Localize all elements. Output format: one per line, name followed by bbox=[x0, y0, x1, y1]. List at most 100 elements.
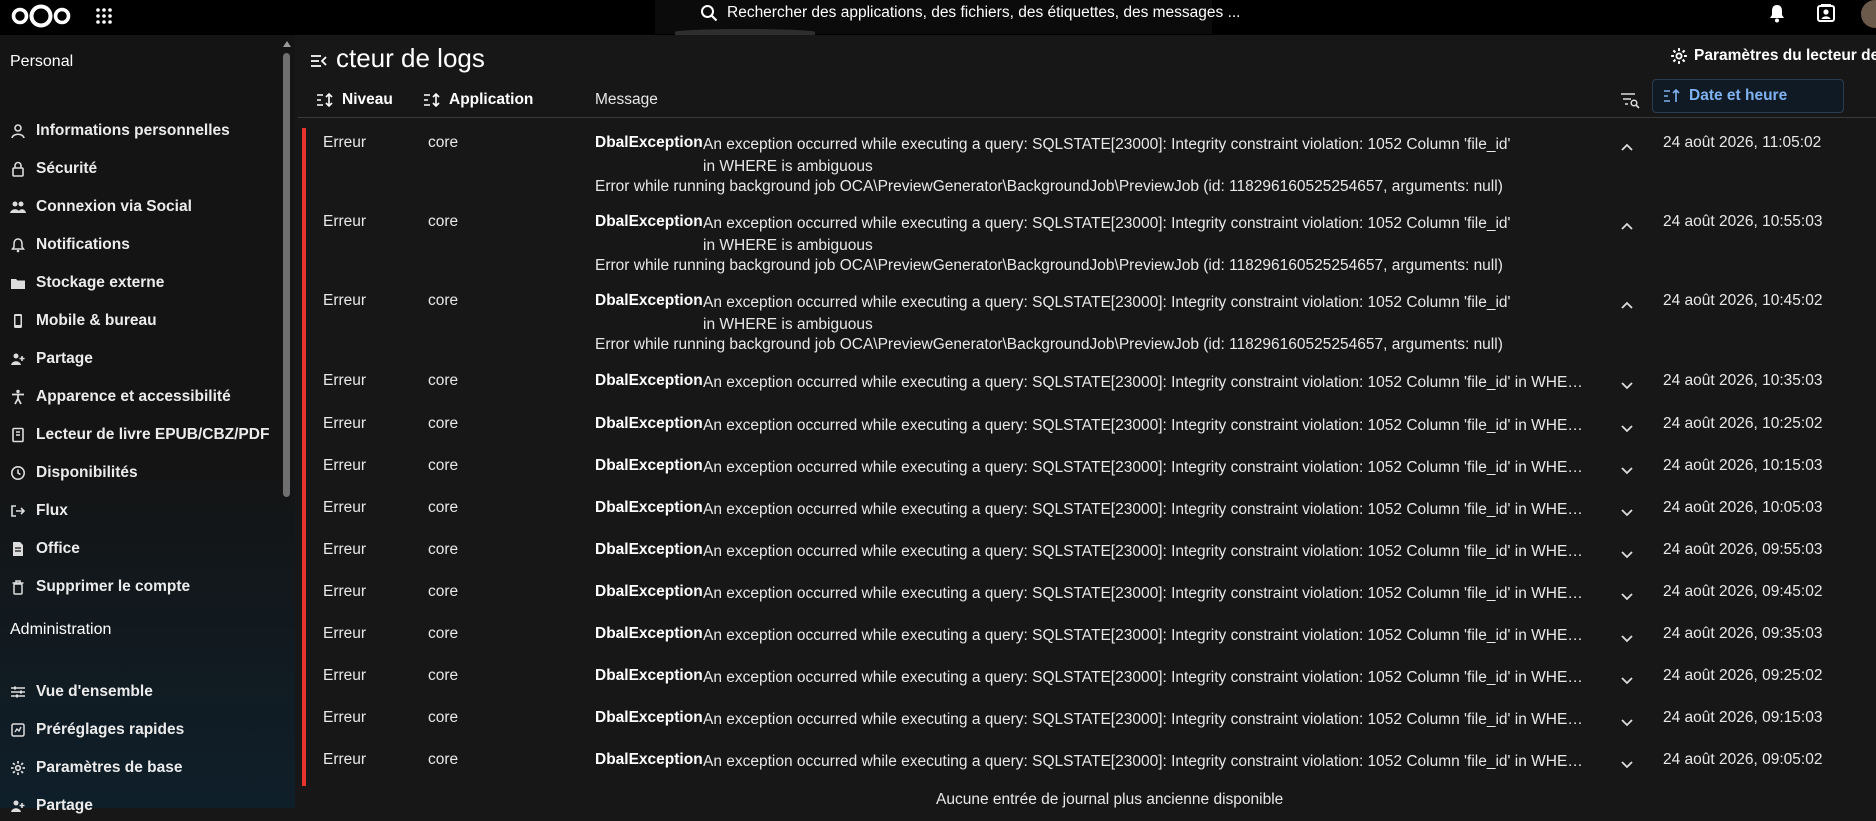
log-application: core bbox=[428, 541, 459, 558]
unified-search[interactable]: Rechercher des applications, des fichier… bbox=[655, 0, 1241, 35]
filter-search-icon[interactable] bbox=[1620, 91, 1640, 109]
log-application: core bbox=[428, 751, 459, 768]
sidebar-item-label: Partage bbox=[36, 797, 93, 814]
sidebar-item-label: Apparence et accessibilité bbox=[36, 388, 231, 405]
chevron-down-icon[interactable] bbox=[1620, 550, 1634, 560]
log-level: Erreur bbox=[323, 134, 367, 151]
log-date: 24 août 2026, 10:25:02 bbox=[1663, 415, 1823, 432]
log-message: An exception occurred while executing a … bbox=[703, 669, 1591, 686]
sidebar-item-external-storage[interactable]: Stockage externe bbox=[10, 268, 164, 298]
column-header-date[interactable]: Date et heure bbox=[1652, 79, 1844, 113]
log-date: 24 août 2026, 09:15:03 bbox=[1663, 709, 1823, 726]
chevron-down-icon[interactable] bbox=[1620, 718, 1634, 728]
log-level: Erreur bbox=[323, 457, 367, 474]
sidebar-item-overview[interactable]: Vue d'ensemble bbox=[10, 677, 153, 707]
page-title: cteur de logs bbox=[336, 43, 485, 73]
log-date: 24 août 2026, 10:35:03 bbox=[1663, 372, 1823, 389]
storage-icon bbox=[11, 279, 25, 289]
log-exception-type: DbalException bbox=[595, 667, 703, 684]
sidebar-item-quick-presets[interactable]: Préréglages rapides bbox=[10, 715, 184, 745]
log-detail: Error while running background job OCA\P… bbox=[595, 178, 1503, 195]
log-exception-type: DbalException bbox=[595, 457, 703, 474]
log-application: core bbox=[428, 134, 459, 151]
notifications-bell-icon[interactable] bbox=[1766, 2, 1788, 24]
scrollbar-thumb[interactable] bbox=[283, 53, 290, 497]
sidebar-item-label: Lecteur de livre EPUB/CBZ/PDF bbox=[36, 426, 270, 443]
sidebar-item-mobile-desktop[interactable]: Mobile & bureau bbox=[10, 306, 157, 336]
lock-icon bbox=[12, 161, 24, 177]
sidebar-item-epub-reader[interactable]: Lecteur de livre EPUB/CBZ/PDF bbox=[10, 420, 269, 450]
column-label: Application bbox=[449, 91, 534, 108]
sort-descending-icon bbox=[1664, 88, 1680, 102]
column-header-application[interactable]: Application bbox=[423, 83, 533, 117]
sliders-icon bbox=[11, 686, 25, 698]
nextcloud-logo[interactable] bbox=[10, 3, 72, 29]
login-icon bbox=[11, 505, 26, 517]
no-older-entries-note: Aucune entrée de journal plus ancienne d… bbox=[936, 791, 1284, 808]
sidebar-item-availability[interactable]: Disponibilités bbox=[10, 458, 138, 488]
sidebar-item-flux[interactable]: Flux bbox=[10, 496, 68, 526]
log-message: An exception occurred while executing a … bbox=[703, 459, 1591, 476]
log-message: An exception occurred while executing a … bbox=[703, 585, 1591, 602]
chevron-down-icon[interactable] bbox=[1620, 634, 1634, 644]
search-input[interactable]: Rechercher des applications, des fichier… bbox=[727, 4, 1241, 22]
chevron-up-icon[interactable] bbox=[1620, 142, 1634, 152]
sidebar-item-label: Notifications bbox=[36, 236, 130, 253]
chevron-up-icon[interactable] bbox=[1620, 300, 1634, 310]
log-exception-type: DbalException bbox=[595, 709, 703, 726]
user-icon bbox=[11, 124, 25, 139]
log-exception-type: DbalException bbox=[595, 134, 703, 151]
clock-icon bbox=[11, 466, 25, 480]
sidebar-item-office[interactable]: Office bbox=[10, 534, 80, 564]
sidebar-item-sharing[interactable]: Partage bbox=[10, 344, 93, 374]
log-reader-main: cteur de logs Paramètres du lecteur de l… bbox=[298, 35, 1876, 808]
log-message: An exception occurred while executing a … bbox=[703, 294, 1511, 333]
sidebar-item-social-login[interactable]: Connexion via Social bbox=[10, 192, 192, 222]
sidebar-item-label: Informations personnelles bbox=[36, 122, 230, 139]
log-exception-type: DbalException bbox=[595, 292, 703, 309]
sidebar-item-personal-info[interactable]: Informations personnelles bbox=[10, 116, 230, 146]
chevron-down-icon[interactable] bbox=[1620, 466, 1634, 476]
chevron-up-icon[interactable] bbox=[1620, 221, 1634, 231]
column-header-message: Message bbox=[595, 83, 658, 117]
user-avatar[interactable] bbox=[1861, 0, 1876, 28]
menu-toggle-icon[interactable] bbox=[310, 53, 328, 69]
log-level: Erreur bbox=[323, 751, 367, 768]
sidebar-item-label: Mobile & bureau bbox=[36, 312, 157, 329]
log-message: An exception occurred while executing a … bbox=[703, 711, 1591, 728]
chevron-down-icon[interactable] bbox=[1620, 508, 1634, 518]
log-date: 24 août 2026, 09:35:03 bbox=[1663, 625, 1823, 642]
sidebar-item-security[interactable]: Sécurité bbox=[10, 154, 97, 184]
chevron-down-icon[interactable] bbox=[1620, 676, 1634, 686]
log-exception-type: DbalException bbox=[595, 415, 703, 432]
sidebar-item-appearance[interactable]: Apparence et accessibilité bbox=[10, 382, 231, 412]
phone-icon bbox=[14, 314, 22, 328]
sidebar-item-notifications[interactable]: Notifications bbox=[10, 230, 130, 260]
contacts-icon[interactable] bbox=[1815, 2, 1837, 24]
log-exception-type: DbalException bbox=[595, 213, 703, 230]
scroll-up-arrow[interactable] bbox=[283, 41, 291, 47]
log-application: core bbox=[428, 292, 459, 309]
sidebar-item-admin-sharing[interactable]: Partage bbox=[10, 791, 93, 821]
top-bar: Rechercher des applications, des fichier… bbox=[0, 0, 1876, 35]
chevron-down-icon[interactable] bbox=[1620, 424, 1634, 434]
column-label: Date et heure bbox=[1689, 87, 1788, 104]
log-reader-settings-button[interactable]: Paramètres du lecteur de l bbox=[1670, 47, 1876, 65]
sidebar-item-basic-settings[interactable]: Paramètres de base bbox=[10, 753, 182, 783]
sidebar-item-label: Stockage externe bbox=[36, 274, 165, 291]
log-application: core bbox=[428, 709, 459, 726]
accessibility-icon bbox=[12, 389, 24, 405]
column-header-level[interactable]: Niveau bbox=[316, 83, 393, 117]
chevron-down-icon[interactable] bbox=[1620, 760, 1634, 770]
administration-section-title: Administration bbox=[10, 621, 112, 638]
apps-grid-icon[interactable] bbox=[93, 5, 115, 27]
sidebar-item-label: Connexion via Social bbox=[36, 198, 192, 215]
chevron-down-icon[interactable] bbox=[1620, 381, 1634, 391]
log-exception-type: DbalException bbox=[595, 751, 703, 768]
sidebar-item-delete-account[interactable]: Supprimer le compte bbox=[10, 572, 190, 602]
chevron-down-icon[interactable] bbox=[1620, 592, 1634, 602]
settings-label: Paramètres du lecteur de l bbox=[1694, 47, 1876, 64]
sidebar-scrollbar[interactable] bbox=[283, 41, 291, 501]
log-message: An exception occurred while executing a … bbox=[703, 627, 1591, 644]
log-date: 24 août 2026, 10:15:03 bbox=[1663, 457, 1823, 474]
